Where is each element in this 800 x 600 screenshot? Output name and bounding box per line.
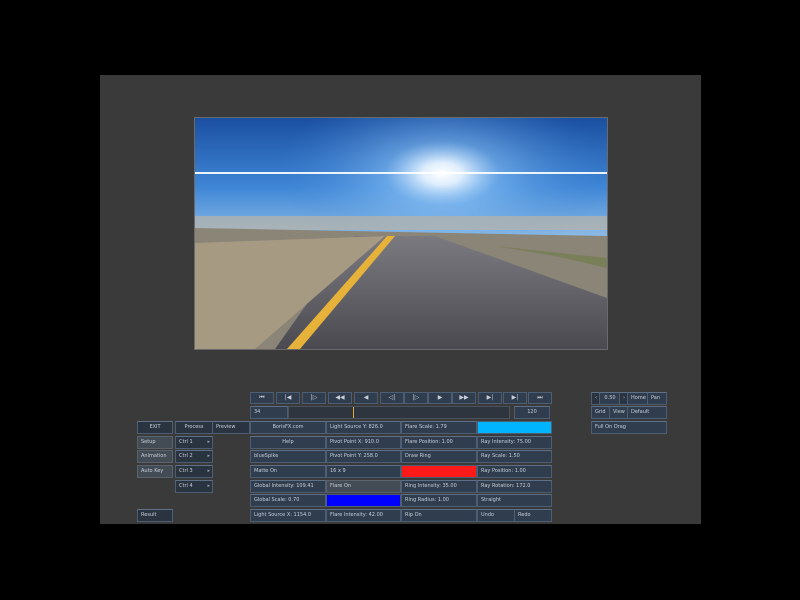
- ctrl-2-label: Ctrl 2: [179, 453, 193, 459]
- ray-intensity-slider[interactable]: Ray Intensity: 75.00: [477, 436, 552, 449]
- ctrl-3-label: Ctrl 3: [179, 468, 193, 474]
- ctrl-2-tab[interactable]: Ctrl 2 ▸: [175, 450, 213, 463]
- timeline-start-field[interactable]: 34: [250, 406, 288, 419]
- redo-button[interactable]: Redo: [514, 509, 552, 522]
- preset-selector[interactable]: blueSpike: [250, 450, 326, 463]
- chevron-right-icon: ▸: [207, 468, 210, 474]
- default-button[interactable]: Default: [627, 406, 667, 419]
- process-button[interactable]: Process: [175, 421, 213, 434]
- ray-position-slider[interactable]: Ray Position: 1.00: [477, 465, 552, 478]
- global-intensity-slider[interactable]: Global Intensity: 109.41: [250, 480, 326, 493]
- result-button[interactable]: Result: [137, 509, 173, 522]
- ring-radius-slider[interactable]: Ring Radius: 1.00: [401, 494, 477, 507]
- full-on-drag-toggle[interactable]: Full On Drag: [591, 421, 667, 434]
- pivot-point-x-slider[interactable]: Pivot Point X: 910.0: [326, 436, 401, 449]
- ctrl-1-label: Ctrl 1: [179, 439, 193, 445]
- next-frame-marker-button[interactable]: |▷: [302, 392, 326, 404]
- undo-button[interactable]: Undo: [477, 509, 515, 522]
- matte-toggle[interactable]: Matte On: [250, 465, 326, 478]
- light-source-x-slider[interactable]: Light Source X: 1154.0: [250, 509, 326, 522]
- timeline-playhead[interactable]: [352, 407, 354, 418]
- flare-on-toggle[interactable]: Flare On: [326, 480, 401, 493]
- flare-position-slider[interactable]: Flare Position: 1.00: [401, 436, 477, 449]
- animation-tab[interactable]: Animation: [137, 450, 173, 463]
- draw-ring-toggle[interactable]: Draw Ring: [401, 450, 477, 463]
- exit-button[interactable]: EXIT: [137, 421, 173, 434]
- ctrl-3-tab[interactable]: Ctrl 3 ▸: [175, 465, 213, 478]
- next-marker-button[interactable]: ▶|: [503, 392, 527, 404]
- go-to-end-button[interactable]: ⏭: [528, 392, 552, 404]
- global-scale-slider[interactable]: Global Scale: 0.70: [250, 494, 326, 507]
- grid-toggle[interactable]: Grid: [591, 406, 611, 419]
- setup-tab[interactable]: Setup: [137, 436, 173, 449]
- rip-on-toggle[interactable]: Rip On: [401, 509, 477, 522]
- chevron-right-icon: ▸: [207, 439, 210, 445]
- borisfx-link-button[interactable]: BorisFX.com: [250, 421, 326, 434]
- chevron-right-icon: ▸: [207, 483, 210, 489]
- auto-key-toggle[interactable]: Auto Key: [137, 465, 173, 478]
- view-button[interactable]: View: [609, 406, 629, 419]
- ray-color-swatch[interactable]: [477, 421, 552, 434]
- go-to-start-button[interactable]: ⏮: [250, 392, 274, 404]
- timeline-end-field[interactable]: 120: [514, 406, 550, 419]
- straight-toggle[interactable]: Straight: [477, 494, 552, 507]
- next-keyframe-button[interactable]: ▶|: [478, 392, 502, 404]
- play-reverse-button[interactable]: ◀: [354, 392, 378, 404]
- timeline-scrubber[interactable]: [288, 406, 510, 419]
- ray-scale-slider[interactable]: Ray Scale: 1.50: [477, 450, 552, 463]
- flare-intensity-slider[interactable]: Flare Intensity: 42.00: [326, 509, 401, 522]
- pan-button[interactable]: Pan: [647, 392, 667, 405]
- ctrl-1-tab[interactable]: Ctrl 1 ▸: [175, 436, 213, 449]
- rewind-button[interactable]: ◀◀: [328, 392, 352, 404]
- flare-color-swatch[interactable]: [326, 494, 401, 507]
- ray-rotation-slider[interactable]: Ray Rotation: 172.0: [477, 480, 552, 493]
- ctrl-4-tab[interactable]: Ctrl 4 ▸: [175, 480, 213, 493]
- ring-color-swatch[interactable]: [401, 465, 477, 478]
- home-button[interactable]: Home: [627, 392, 649, 405]
- help-button[interactable]: Help: [250, 436, 326, 449]
- step-back-button[interactable]: ◁|: [380, 392, 404, 404]
- aspect-ratio-selector[interactable]: 16 x 9: [326, 465, 401, 478]
- light-source-y-slider[interactable]: Light Source Y: 826.0: [326, 421, 401, 434]
- pivot-point-y-slider[interactable]: Pivot Point Y: 258.0: [326, 450, 401, 463]
- fast-forward-button[interactable]: ▶▶: [452, 392, 476, 404]
- preview-button[interactable]: Preview: [212, 421, 250, 434]
- prev-keyframe-button[interactable]: |◀: [276, 392, 300, 404]
- play-button[interactable]: ▶: [428, 392, 452, 404]
- road-scene-image: [195, 118, 607, 349]
- ctrl-4-label: Ctrl 4: [179, 483, 193, 489]
- image-viewer[interactable]: [194, 117, 608, 350]
- flare-scale-slider[interactable]: Flare Scale: 1.79: [401, 421, 477, 434]
- step-forward-button[interactable]: |▷: [404, 392, 428, 404]
- chevron-right-icon: ▸: [207, 453, 210, 459]
- ring-intensity-slider[interactable]: Ring Intensity: 35.00: [401, 480, 477, 493]
- zoom-field[interactable]: 0.50: [599, 392, 621, 405]
